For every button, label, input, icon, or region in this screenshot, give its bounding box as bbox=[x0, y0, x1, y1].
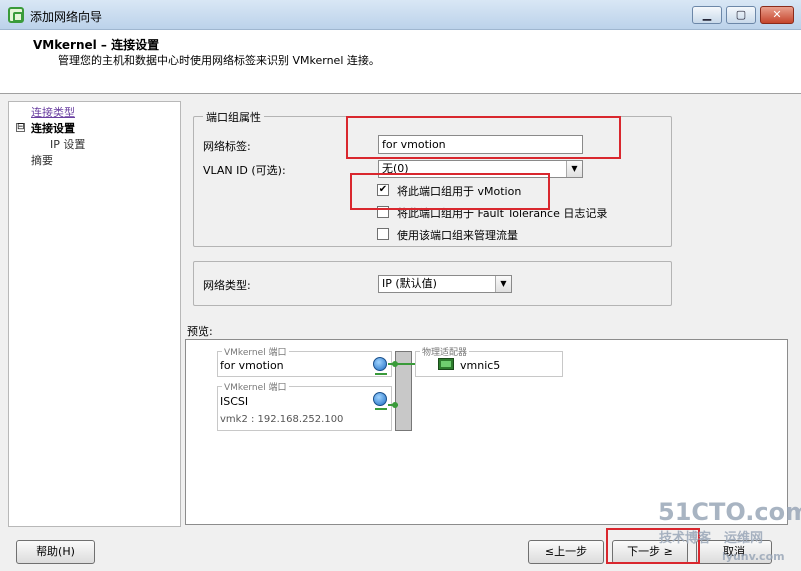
port-name: for vmotion bbox=[220, 359, 284, 372]
vmkernel-port-iscsi: VMkernel 端口 ISCSI vmk2 : 192.168.252.100 bbox=[217, 380, 392, 431]
network-label-caption: 网络标签: bbox=[203, 140, 251, 153]
help-button[interactable]: 帮助(H) bbox=[16, 540, 95, 564]
chevron-down-icon[interactable]: ▼ bbox=[566, 161, 582, 177]
vlan-id-caption: VLAN ID (可选): bbox=[203, 164, 286, 177]
port-group-properties-legend: 端口组属性 bbox=[203, 109, 264, 125]
wizard-steps-nav: 连接类型 ⊟ 连接设置 IP 设置 摘要 bbox=[8, 101, 181, 527]
network-type-select[interactable]: IP (默认值) ▼ bbox=[378, 275, 512, 293]
close-button[interactable]: ✕ bbox=[760, 6, 794, 24]
page-description: 管理您的主机和数据中心时使用网络标签来识别 VMkernel 连接。 bbox=[58, 54, 380, 67]
step-connection-type[interactable]: 连接类型 bbox=[31, 104, 75, 120]
window-title-bar: 添加网络向导 ▁ ▢ ✕ bbox=[0, 0, 801, 30]
management-traffic-checkbox-label: 使用该端口组来管理流量 bbox=[397, 229, 518, 242]
maximize-button[interactable]: ▢ bbox=[726, 6, 756, 24]
watermark-text: iyunv.com bbox=[722, 550, 785, 563]
preview-label: 预览: bbox=[187, 325, 213, 338]
port-legend: VMkernel 端口 bbox=[222, 380, 289, 393]
physical-adapter-box: 物理适配器 vmnic5 bbox=[415, 345, 563, 377]
app-icon bbox=[8, 7, 24, 23]
step-connection-settings: 连接设置 bbox=[31, 122, 75, 135]
network-type-group: 网络类型: IP (默认值) ▼ bbox=[193, 261, 672, 306]
step-summary: 摘要 bbox=[31, 154, 53, 167]
port-detail: vmk2 : 192.168.252.100 bbox=[220, 414, 344, 425]
wizard-content: 端口组属性 网络标签: VLAN ID (可选): 无(0) ▼ ✔ 将此端口组… bbox=[183, 101, 791, 527]
collapse-toggle-icon[interactable]: ⊟ bbox=[16, 123, 25, 132]
network-type-value: IP (默认值) bbox=[382, 277, 437, 290]
adapter-legend: 物理适配器 bbox=[420, 345, 470, 358]
back-button[interactable]: ≤上一步 bbox=[528, 540, 604, 564]
network-type-caption: 网络类型: bbox=[203, 279, 251, 292]
connector-dot bbox=[392, 402, 398, 408]
management-traffic-checkbox[interactable] bbox=[377, 228, 389, 240]
window-title: 添加网络向导 bbox=[30, 10, 103, 24]
wizard-header: VMkernel – 连接设置 管理您的主机和数据中心时使用网络标签来识别 VM… bbox=[0, 30, 801, 94]
network-card-icon bbox=[438, 358, 454, 370]
connector-dot bbox=[392, 361, 398, 367]
network-port-icon bbox=[373, 392, 387, 410]
chevron-down-icon[interactable]: ▼ bbox=[495, 276, 511, 292]
step-ip-settings: IP 设置 bbox=[50, 138, 86, 151]
watermark-text: 运维网 bbox=[724, 531, 764, 546]
watermark-logo: 51CTO.com bbox=[658, 498, 801, 526]
port-legend: VMkernel 端口 bbox=[222, 345, 289, 358]
port-name: ISCSI bbox=[220, 395, 249, 408]
adapter-name: vmnic5 bbox=[460, 359, 501, 372]
watermark-text: 技术博客 bbox=[659, 531, 712, 546]
minimize-button[interactable]: ▁ bbox=[692, 6, 722, 24]
highlight-vmotion bbox=[350, 173, 550, 210]
vmkernel-port-vmotion: VMkernel 端口 for vmotion bbox=[217, 345, 392, 377]
highlight-network-label bbox=[346, 116, 621, 159]
page-title: VMkernel – 连接设置 bbox=[33, 38, 160, 52]
network-port-icon bbox=[373, 357, 387, 375]
